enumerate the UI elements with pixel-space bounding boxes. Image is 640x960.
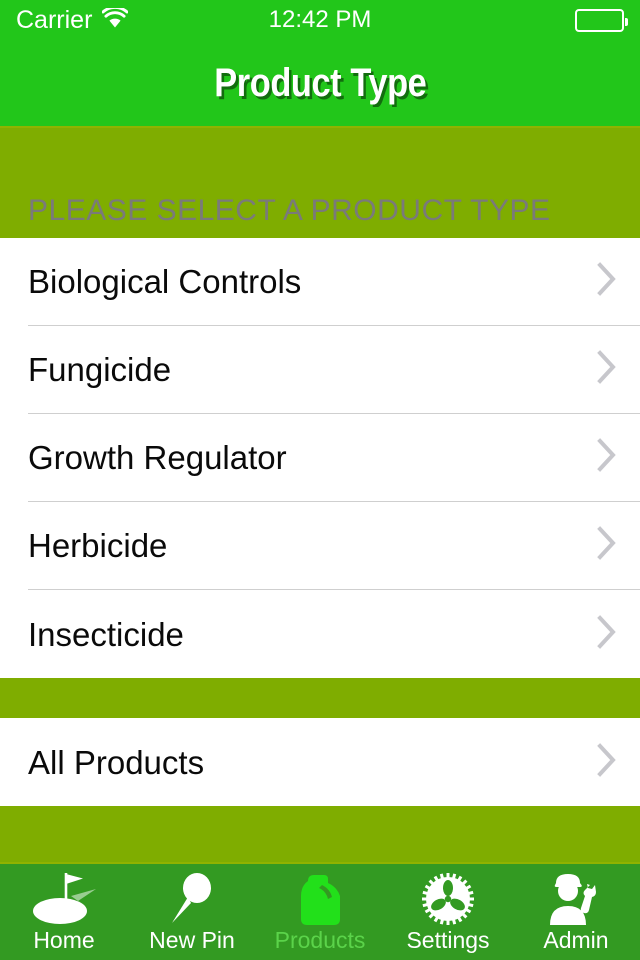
tab-bar: Home New Pin Products Settings Admin [0,862,640,960]
tab-label: Settings [406,927,490,953]
page-title: Product Type [213,61,427,105]
map-pin-icon [164,870,220,928]
list-item[interactable]: Herbicide [0,502,640,590]
product-type-list[interactable]: PLEASE SELECT A PRODUCT TYPE Biological … [0,128,640,862]
chevron-right-icon [596,437,618,478]
tab-products[interactable]: Products [256,864,384,960]
carrier-label: Carrier [16,5,93,34]
list-item-label: All Products [28,743,205,781]
section-header-label: PLEASE SELECT A PRODUCT TYPE [28,194,551,227]
chevron-right-icon [596,525,618,566]
tab-label: Products [274,927,366,953]
status-bar: Carrier 12:42 PM [0,0,640,40]
app-screen: Carrier 12:42 PM Product Type PLEASE SEL… [0,0,640,960]
list-item-label: Biological Controls [28,263,302,300]
list-item-label: Herbicide [28,527,168,564]
tab-new-pin[interactable]: New Pin [128,864,256,960]
status-bar-left: Carrier [16,5,129,34]
worker-wrench-icon [546,870,606,928]
list-item[interactable]: Biological Controls [0,238,640,326]
status-bar-right [575,8,628,32]
tab-settings[interactable]: Settings [384,864,512,960]
list-item-label: Insecticide [28,615,184,653]
list-item[interactable]: All Products [0,718,640,806]
chevron-right-icon [596,349,618,390]
tab-home[interactable]: Home [0,864,128,960]
tab-label: Admin [543,927,609,953]
navigation-bar: Product Type [0,40,640,128]
tab-label: New Pin [149,927,235,953]
section-gap [0,678,640,718]
chevron-right-icon [596,261,618,302]
section-header: PLEASE SELECT A PRODUCT TYPE [0,128,640,238]
list-item[interactable]: Insecticide [0,590,640,678]
golf-green-flag-icon [26,870,102,928]
list-item[interactable]: Fungicide [0,326,640,414]
wifi-icon [101,5,129,33]
product-type-group: Biological Controls Fungicide Growth Reg… [0,238,640,678]
list-item-label: Fungicide [28,351,172,388]
chevron-right-icon [596,614,618,655]
battery-icon [575,8,628,32]
list-item-label: Growth Regulator [28,439,287,476]
chemical-jug-icon [294,870,346,928]
tab-admin[interactable]: Admin [512,864,640,960]
list-item[interactable]: Growth Regulator [0,414,640,502]
all-products-group: All Products [0,718,640,806]
tab-label: Home [33,927,95,953]
chevron-right-icon [596,742,618,783]
gear-icon [420,870,476,928]
